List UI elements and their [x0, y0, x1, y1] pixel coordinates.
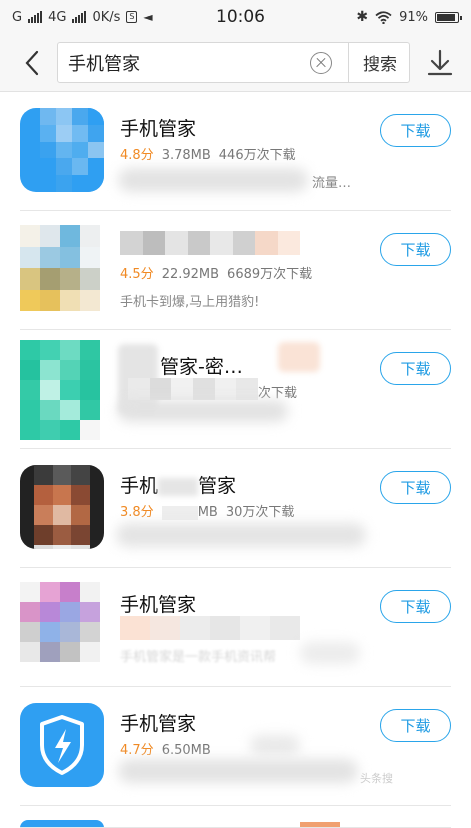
redacted-description — [118, 400, 288, 422]
app-meta: 4.8分 3.78MB 446万次下载 — [120, 144, 296, 163]
app-icon — [20, 340, 100, 440]
app-icon — [20, 465, 104, 549]
search-header: 搜索 — [0, 34, 471, 92]
app-rating: 4.7分 — [120, 743, 154, 758]
bluetooth-icon: ✱ — [356, 9, 369, 25]
app-name-tail: 管家 — [198, 475, 237, 497]
result-card[interactable]: 4.5分 22.92MB 6689万次下载 手机卡到爆,马上用猎豹! 下载 — [0, 211, 471, 330]
battery-percent: 91% — [399, 9, 428, 25]
app-description: 手机卡到爆,马上用猎豹! — [120, 295, 260, 310]
speed-label: 0K/s — [92, 9, 121, 25]
app-rating: 3.8分 — [120, 505, 154, 520]
redacted-name — [120, 231, 300, 255]
app-name: 管家-密… — [160, 356, 243, 378]
carrier-label: G — [12, 9, 23, 25]
download-icon[interactable] — [426, 48, 454, 78]
download-button[interactable]: 下载 — [380, 590, 451, 623]
app-downloads: 6689万次下载 — [227, 267, 313, 282]
app-name: 手机管家 — [120, 594, 197, 616]
result-card-partial[interactable] — [0, 806, 471, 828]
result-card[interactable]: 手机管家 4.8分 3.78MB 446万次下载 流量… 下载 — [0, 92, 471, 211]
app-icon — [20, 225, 100, 311]
app-size: 3.78MB — [161, 148, 211, 163]
app-downloads: 次下载 — [258, 386, 298, 401]
app-meta: 4.5分 22.92MB 6689万次下载 — [120, 263, 312, 282]
app-icon-mosaic — [34, 465, 90, 549]
clear-icon[interactable] — [310, 52, 332, 74]
redacted-char — [158, 477, 199, 496]
wifi-icon — [375, 10, 392, 24]
app-rating: 4.5分 — [120, 267, 154, 282]
download-button[interactable]: 下载 — [380, 352, 451, 385]
status-time: 10:06 — [216, 7, 265, 27]
redacted-meta — [250, 735, 300, 755]
app-downloads: 30万次下载 — [225, 505, 295, 520]
download-button[interactable]: 下载 — [380, 471, 451, 504]
app-icon — [20, 703, 104, 787]
redacted-description — [116, 523, 366, 547]
back-arrow-icon[interactable] — [20, 48, 46, 78]
download-button[interactable]: 下载 — [380, 709, 451, 742]
redacted-description — [300, 642, 360, 664]
app-icon — [20, 108, 104, 192]
app-icon-partial — [20, 820, 104, 828]
redacted-description — [118, 168, 308, 192]
signal-icon — [28, 11, 43, 23]
app-size: MB — [197, 505, 218, 520]
app-size: 6.50MB — [161, 743, 211, 758]
redacted-partial — [300, 822, 340, 828]
battery-icon — [435, 11, 462, 23]
search-input[interactable] — [68, 43, 298, 82]
result-card[interactable]: 手机 管家 3.8分 MB 30万次下载 下载 — [0, 449, 471, 568]
status-right: ✱ 91% — [329, 9, 462, 25]
app-name: 手机 管家 — [120, 471, 236, 498]
watermark: 头条搜 — [360, 772, 393, 785]
app-meta: 次下载 — [258, 382, 297, 401]
app-name-head: 手机 — [120, 475, 159, 497]
download-button[interactable]: 下载 — [380, 114, 451, 147]
app-size: 22.92MB — [161, 267, 220, 282]
result-card[interactable]: 手机管家 4.7分 6.50MB 下载 — [0, 687, 471, 806]
result-list: 手机管家 4.8分 3.78MB 446万次下载 流量… 下载 4.5分 22.92M… — [0, 92, 471, 828]
app-description: 流量… — [312, 176, 352, 191]
status-bar: G 4G 0K/s S ◄ 10:06 ✱ 91% — [0, 0, 471, 34]
app-downloads: 446万次下载 — [218, 148, 296, 163]
network-label: 4G — [48, 9, 67, 25]
shield-lightning-icon — [40, 715, 84, 775]
search-button[interactable]: 搜索 — [349, 43, 411, 82]
redacted-meta — [120, 616, 300, 640]
result-card[interactable]: 手机管家 手机管家是一款手机资讯帮 下载 — [0, 568, 471, 687]
app-rating: 4.8分 — [120, 148, 154, 163]
result-card[interactable]: 管家-密… 次下载 下载 — [0, 330, 471, 449]
signal-icon-2 — [72, 11, 87, 23]
sim-icon: S — [126, 11, 138, 23]
download-button[interactable]: 下载 — [380, 233, 451, 266]
redacted-description — [118, 759, 358, 783]
app-description: 手机管家是一款手机资讯帮 — [120, 650, 277, 665]
app-name: 手机管家 — [120, 713, 197, 735]
app-meta: 4.7分 6.50MB — [120, 739, 219, 758]
app-icon — [20, 582, 100, 662]
search-box: 搜索 — [57, 42, 410, 83]
app-meta: 3.8分 MB 30万次下载 — [120, 501, 294, 520]
app-icon-mosaic — [40, 108, 104, 192]
redacted-size — [161, 505, 198, 520]
redacted-meta — [128, 378, 258, 400]
app-name: 手机管家 — [120, 118, 197, 140]
redacted-name-tail — [278, 342, 320, 372]
